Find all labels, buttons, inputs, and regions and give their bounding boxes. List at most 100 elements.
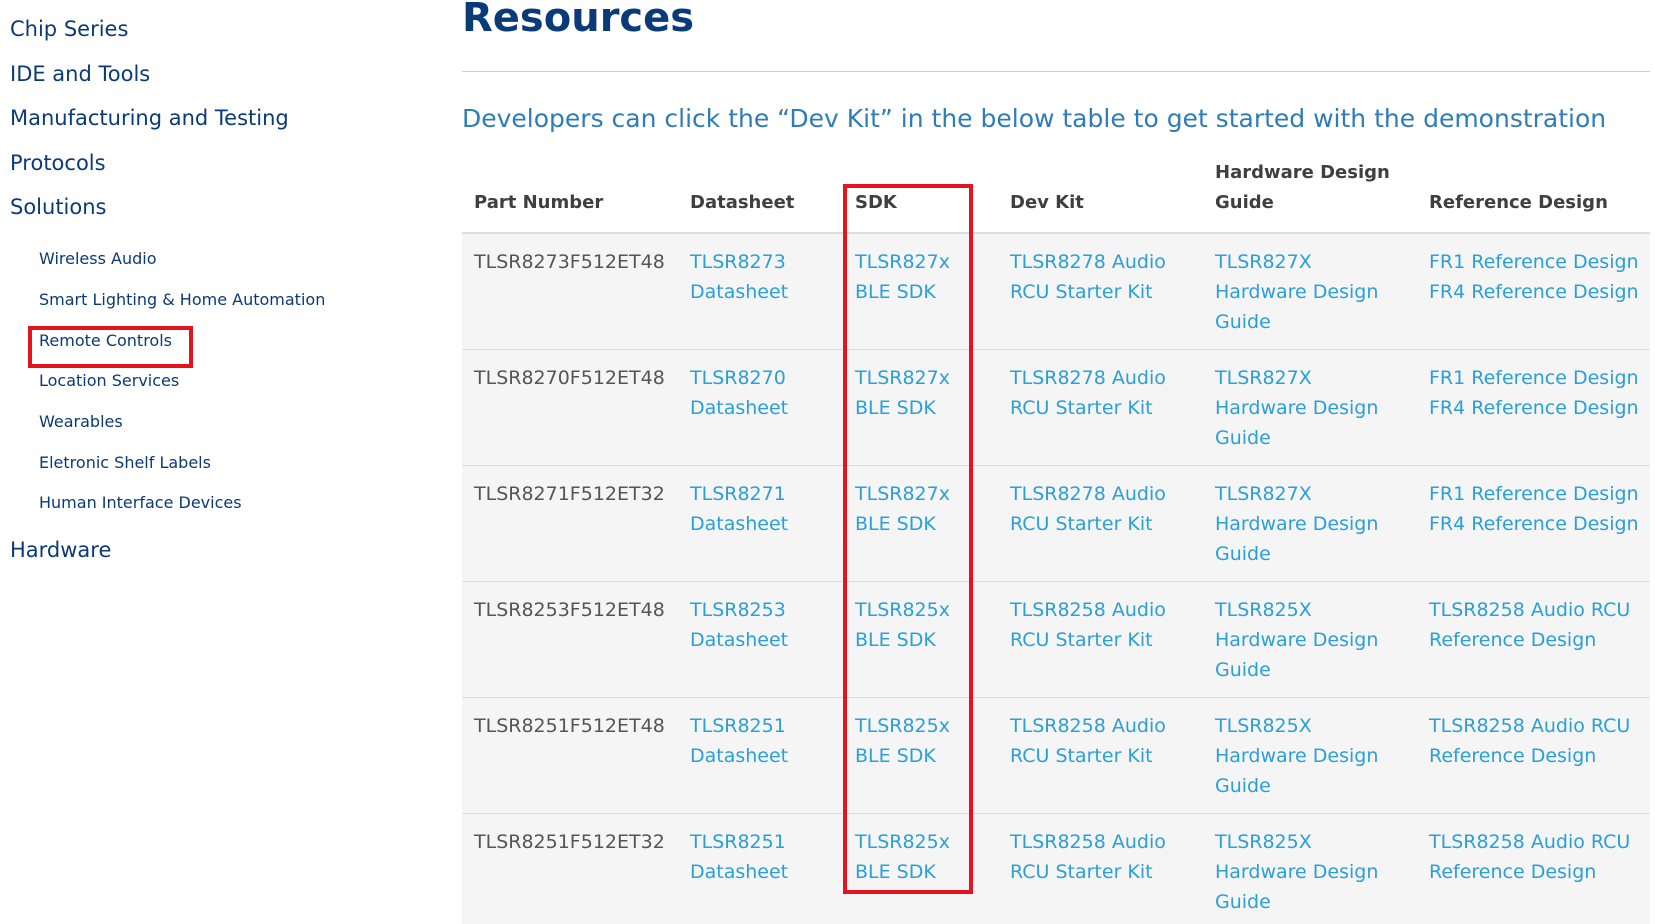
header-sdk: SDK [843, 158, 998, 234]
cell-dev-kit: TLSR8258 Audio RCU Starter Kit [998, 581, 1203, 698]
sdk-link[interactable]: TLSR825x BLE SDK [855, 595, 988, 655]
datasheet-link[interactable]: TLSR8251 Datasheet [690, 711, 833, 771]
sdk-link-line: TLSR825x [855, 714, 950, 737]
cell-dev-kit: TLSR8278 Audio RCU Starter Kit [998, 233, 1203, 350]
dev-kit-link-line: RCU Starter Kit [1010, 281, 1153, 303]
reference-design-link-line: TLSR8258 Audio RCU [1429, 830, 1631, 853]
dev-kit-link-line: TLSR8258 Audio [1010, 830, 1166, 853]
datasheet-link[interactable]: TLSR8253 Datasheet [690, 595, 833, 655]
hardware-design-guide-link-line: Guide [1215, 311, 1271, 333]
datasheet-link-line: Datasheet [690, 396, 789, 419]
sdk-link[interactable]: TLSR825x BLE SDK [855, 711, 988, 771]
table-row: TLSR8273F512ET48 TLSR8273 Datasheet TLSR827… [462, 233, 1650, 350]
hardware-design-guide-link-line: Guide [1215, 890, 1271, 913]
fr4-reference-design-link[interactable]: FR4 Reference Design [1429, 509, 1640, 539]
sdk-link[interactable]: TLSR827x BLE SDK [855, 363, 988, 423]
datasheet-link-line: TLSR8251 [690, 830, 786, 853]
cell-datasheet: TLSR8271 Datasheet [678, 465, 843, 582]
cell-part-number: TLSR8251F512ET32 [462, 813, 678, 924]
dev-kit-link-line: RCU Starter Kit [1010, 396, 1153, 419]
nav-sub-human-interface-devices[interactable]: Human Interface Devices [39, 491, 242, 515]
reference-design-link-line: Reference Design [1429, 860, 1597, 883]
sdk-link[interactable]: TLSR827x BLE SDK [855, 479, 988, 539]
nav-sub-location-services[interactable]: Location Services [39, 369, 179, 393]
cell-sdk: TLSR825x BLE SDK [843, 813, 998, 924]
hardware-design-guide-link[interactable]: TLSR827X Hardware Design Guide [1215, 479, 1407, 569]
dev-kit-link[interactable]: TLSR8278 Audio RCU Starter Kit [1010, 479, 1193, 539]
hardware-design-guide-link[interactable]: TLSR825X Hardware Design Guide [1215, 827, 1407, 917]
hardware-design-guide-link[interactable]: TLSR827X Hardware Design Guide [1215, 363, 1407, 453]
dev-kit-link[interactable]: TLSR8258 Audio RCU Starter Kit [1010, 711, 1193, 771]
sdk-link-line: BLE SDK [855, 860, 936, 883]
cell-datasheet: TLSR8273 Datasheet [678, 233, 843, 350]
cell-sdk: TLSR827x BLE SDK [843, 349, 998, 466]
datasheet-link-line: TLSR8270 [690, 366, 786, 389]
reference-design-link-line: TLSR8258 Audio RCU [1429, 598, 1631, 621]
reference-design-link[interactable]: TLSR8258 Audio RCU Reference Design [1429, 711, 1640, 771]
cell-datasheet: TLSR8270 Datasheet [678, 349, 843, 466]
resources-table: Part Number Datasheet SDK Dev Kit Hardwa… [462, 158, 1650, 924]
sdk-link[interactable]: TLSR825x BLE SDK [855, 827, 988, 887]
nav-sub-wearables[interactable]: Wearables [39, 410, 123, 434]
cell-hardware-design-guide: TLSR825X Hardware Design Guide [1203, 581, 1417, 698]
hardware-design-guide-link-line: TLSR827X [1215, 251, 1312, 273]
reference-design-link-line: Reference Design [1429, 628, 1597, 651]
fr4-reference-design-link[interactable]: FR4 Reference Design [1429, 277, 1640, 307]
dev-kit-link-line: TLSR8278 Audio [1010, 482, 1166, 505]
cell-sdk: TLSR827x BLE SDK [843, 465, 998, 582]
table-header: Part Number Datasheet SDK Dev Kit Hardwa… [462, 158, 1650, 234]
hardware-design-guide-link-line: Guide [1215, 658, 1271, 681]
fr1-reference-design-link[interactable]: FR1 Reference Design [1429, 363, 1640, 393]
datasheet-link[interactable]: TLSR8251 Datasheet [690, 827, 833, 887]
sdk-link-line: BLE SDK [855, 744, 936, 767]
reference-design-link-line: TLSR8258 Audio RCU [1429, 714, 1631, 737]
cell-dev-kit: TLSR8258 Audio RCU Starter Kit [998, 813, 1203, 924]
datasheet-link[interactable]: TLSR8270 Datasheet [690, 363, 833, 423]
fr4-reference-design-link[interactable]: FR4 Reference Design [1429, 393, 1640, 423]
nav-manufacturing-and-testing[interactable]: Manufacturing and Testing [10, 103, 289, 133]
fr1-reference-design-link[interactable]: FR1 Reference Design [1429, 247, 1640, 277]
hardware-design-guide-link-line: Hardware Design [1215, 628, 1379, 651]
sdk-link-line: TLSR825x [855, 598, 950, 621]
main-content: Resources Developers can click the “Dev … [462, 0, 1655, 924]
nav-sub-electronic-shelf-labels[interactable]: Eletronic Shelf Labels [39, 451, 211, 475]
nav-solutions[interactable]: Solutions [10, 192, 107, 222]
sdk-link-line: BLE SDK [855, 628, 936, 651]
table-row: TLSR8251F512ET48 TLSR8251 Datasheet TLSR825… [462, 697, 1650, 814]
hardware-design-guide-link-line: Guide [1215, 774, 1271, 797]
nav-chip-series[interactable]: Chip Series [10, 14, 128, 44]
nav-hardware[interactable]: Hardware [10, 535, 111, 565]
datasheet-link[interactable]: TLSR8271 Datasheet [690, 479, 833, 539]
cell-reference-design: TLSR8258 Audio RCU Reference Design [1417, 581, 1650, 698]
dev-kit-link-line: RCU Starter Kit [1010, 512, 1153, 535]
datasheet-link-line: TLSR8253 [690, 598, 786, 621]
header-hardware-design-guide: Hardware Design Guide [1203, 158, 1417, 234]
hardware-design-guide-link[interactable]: TLSR827X Hardware Design Guide [1215, 247, 1407, 337]
nav-sub-wireless-audio[interactable]: Wireless Audio [39, 247, 157, 271]
hardware-design-guide-link-line: Guide [1215, 426, 1271, 449]
cell-datasheet: TLSR8251 Datasheet [678, 813, 843, 924]
hardware-design-guide-link-line: TLSR827X [1215, 366, 1312, 389]
reference-design-link[interactable]: TLSR8258 Audio RCU Reference Design [1429, 827, 1640, 887]
fr1-reference-design-link[interactable]: FR1 Reference Design [1429, 479, 1640, 509]
nav-sub-smart-lighting[interactable]: Smart Lighting & Home Automation [39, 288, 325, 312]
cell-part-number: TLSR8271F512ET32 [462, 465, 678, 582]
sdk-link[interactable]: TLSR827x BLE SDK [855, 247, 988, 307]
datasheet-link[interactable]: TLSR8273 Datasheet [690, 247, 833, 307]
datasheet-link-line: Datasheet [690, 628, 789, 651]
dev-kit-link[interactable]: TLSR8278 Audio RCU Starter Kit [1010, 363, 1193, 423]
dev-kit-link-line: TLSR8258 Audio [1010, 714, 1166, 737]
hardware-design-guide-link[interactable]: TLSR825X Hardware Design Guide [1215, 711, 1407, 801]
reference-design-link[interactable]: TLSR8258 Audio RCU Reference Design [1429, 595, 1640, 655]
datasheet-link-line: Datasheet [690, 860, 789, 883]
hardware-design-guide-link[interactable]: TLSR825X Hardware Design Guide [1215, 595, 1407, 685]
part-number-text: TLSR8251F512ET48 [474, 714, 665, 737]
header-part-number: Part Number [462, 158, 678, 234]
nav-ide-and-tools[interactable]: IDE and Tools [10, 59, 150, 89]
header-hw-guide-line2: Guide [1215, 192, 1274, 213]
dev-kit-link[interactable]: TLSR8258 Audio RCU Starter Kit [1010, 827, 1193, 887]
dev-kit-link[interactable]: TLSR8258 Audio RCU Starter Kit [1010, 595, 1193, 655]
nav-protocols[interactable]: Protocols [10, 148, 106, 178]
cell-reference-design: FR1 Reference Design FR4 Reference Design [1417, 465, 1650, 582]
dev-kit-link[interactable]: TLSR8278 Audio RCU Starter Kit [1010, 247, 1193, 307]
